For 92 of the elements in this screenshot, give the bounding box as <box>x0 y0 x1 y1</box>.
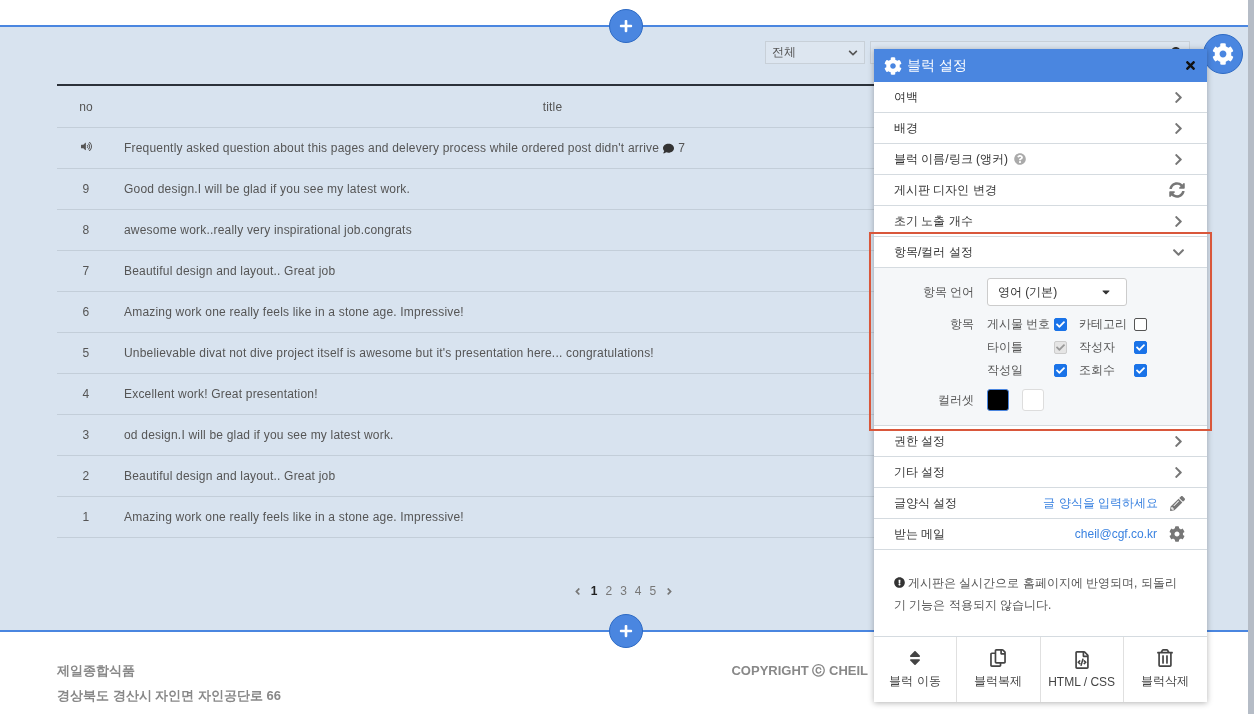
post-title-link[interactable]: Unbelievable divat not dive project itself is awesome but it's presentation here... congratulations! <box>124 346 654 360</box>
settings-menu-item[interactable]: 권한 설정 <box>874 426 1207 457</box>
row-number: 3 <box>81 428 91 442</box>
settings-icon <box>1212 43 1234 65</box>
row-number: 4 <box>81 387 91 401</box>
menu-item-label: 블럭 이름/링크 (앵커) <box>894 150 1008 168</box>
menu-item-label: 게시판 디자인 변경 <box>894 181 997 199</box>
field-checkbox[interactable] <box>1054 364 1067 377</box>
settings-menu-item[interactable]: 배경 <box>874 113 1207 144</box>
field-label: 작성자 <box>1079 339 1115 356</box>
post-title-link[interactable]: Frequently asked question about this pages and delevery process while ordered post didn't arrive <box>124 141 660 155</box>
plus-icon <box>619 624 633 638</box>
settings-icon[interactable] <box>1169 526 1185 542</box>
panel-title: 블럭 설정 <box>907 56 968 75</box>
comment-count: 7 <box>678 141 685 155</box>
copyright-text: COPYRIGHT ⓒ CHEIL <box>731 662 868 680</box>
menu-item-label: 권한 설정 <box>894 432 946 450</box>
block-action-button[interactable]: 블럭삭제 <box>1123 637 1207 702</box>
block-action-button[interactable]: 블럭 이동 <box>874 637 958 702</box>
block-action-button[interactable]: HTML / CSS <box>1040 637 1124 702</box>
close-icon[interactable] <box>1184 59 1197 72</box>
row-number: 9 <box>81 182 91 196</box>
settings-menu-item[interactable]: 게시판 디자인 변경 <box>874 175 1207 206</box>
menu-item-label: 초기 노출 개수 <box>894 212 973 230</box>
scrollbar[interactable] <box>1248 0 1254 714</box>
row-number: 1 <box>81 510 91 524</box>
menu-item-label: 여백 <box>894 88 918 106</box>
page-link[interactable]: 1 <box>590 584 598 598</box>
row-number: 6 <box>81 305 91 319</box>
field-checkbox[interactable] <box>1134 364 1147 377</box>
settings-menu-item[interactable]: 기타 설정 <box>874 457 1207 488</box>
settings-menu-item[interactable]: 여백 <box>874 82 1207 113</box>
form-link[interactable]: 글 양식을 입력하세요 <box>1043 494 1158 512</box>
field-label: 타이틀 <box>987 339 1023 356</box>
page-link[interactable]: 3 <box>620 584 627 598</box>
menu-item-label: 글양식 설정 <box>894 494 958 512</box>
settings-menu-item[interactable]: 초기 노출 개수 <box>874 206 1207 237</box>
exclamation-icon <box>894 577 905 588</box>
column-header: title <box>541 99 564 114</box>
settings-menu-item[interactable]: 받는 메일 cheil@cgf.co.kr <box>874 519 1207 550</box>
field-label: 조회수 <box>1079 362 1115 379</box>
field-checkbox[interactable] <box>1134 318 1147 331</box>
row-number: 8 <box>81 223 91 237</box>
field-label: 작성일 <box>987 362 1023 379</box>
menu-item-label: 기타 설정 <box>894 463 946 481</box>
settings-icon <box>884 56 902 75</box>
post-title-link[interactable]: Amazing work one really feels like in a stone age. Impressive! <box>124 305 464 319</box>
add-block-button[interactable] <box>609 614 643 648</box>
email-link[interactable]: cheil@cgf.co.kr <box>1074 527 1157 541</box>
post-title-link[interactable]: Beautiful design and layout.. Great job <box>124 264 336 278</box>
settings-menu-item[interactable]: 블럭 이름/링크 (앵커) <box>874 144 1207 175</box>
page-link[interactable]: 4 <box>634 584 642 598</box>
field-checkbox[interactable] <box>1054 318 1067 331</box>
field-checkbox[interactable] <box>1134 341 1147 354</box>
post-title-link[interactable]: Beautiful design and layout.. Great job <box>124 469 336 483</box>
help-icon[interactable] <box>1014 153 1026 165</box>
fields-label: 항목 <box>949 316 974 333</box>
language-label: 항목 언어 <box>921 283 974 301</box>
color-swatch[interactable] <box>987 389 1009 411</box>
company-name: 제일종합식품 <box>57 662 136 680</box>
post-title-link[interactable]: awesome work..really very inspirational job.congrats <box>124 223 412 237</box>
colorset-label: 컬러셋 <box>937 391 974 409</box>
pencil-icon[interactable] <box>1170 495 1185 511</box>
menu-item-label: 받는 메일 <box>894 525 946 543</box>
settings-menu-item[interactable]: 글양식 설정 글 양식을 입력하세요 <box>874 488 1207 519</box>
menu-item-label: 배경 <box>894 119 918 137</box>
field-label: 게시물 번호 <box>987 316 1051 333</box>
add-block-button[interactable] <box>609 9 643 43</box>
field-label: 카테고리 <box>1079 316 1127 333</box>
column-header: no <box>78 99 94 114</box>
speaker-icon <box>80 141 92 152</box>
plus-icon <box>619 19 633 33</box>
row-number: 7 <box>81 264 91 278</box>
language-select[interactable]: 영어 (기본) <box>987 278 1127 306</box>
row-number: 5 <box>81 346 91 360</box>
refresh-icon[interactable] <box>1169 182 1185 198</box>
post-title-link[interactable]: Good design.I will be glad if you see my latest work. <box>124 182 411 196</box>
company-address: 경상북도 경산시 자인면 자인공단로 66 <box>57 687 281 705</box>
code-file-icon <box>1072 650 1091 669</box>
copy-icon <box>989 649 1008 667</box>
post-title-link[interactable]: Excellent work! Great presentation! <box>124 387 318 401</box>
chevron-down-icon <box>848 47 858 58</box>
page-link[interactable]: 5 <box>649 584 657 598</box>
post-title-link[interactable]: Amazing work one really feels like in a stone age. Impressive! <box>124 510 464 524</box>
row-number: 2 <box>81 469 91 483</box>
trash-icon <box>1156 649 1175 667</box>
comment-icon <box>663 142 675 154</box>
block-action-button[interactable]: 블럭복제 <box>957 637 1041 702</box>
page-link[interactable]: 2 <box>605 584 613 598</box>
menu-item-label: 항목/컬러 설정 <box>894 243 973 261</box>
category-select[interactable]: 전체 <box>765 41 865 64</box>
post-title-link[interactable]: od design.I will be glad if you see my latest work. <box>124 428 394 442</box>
